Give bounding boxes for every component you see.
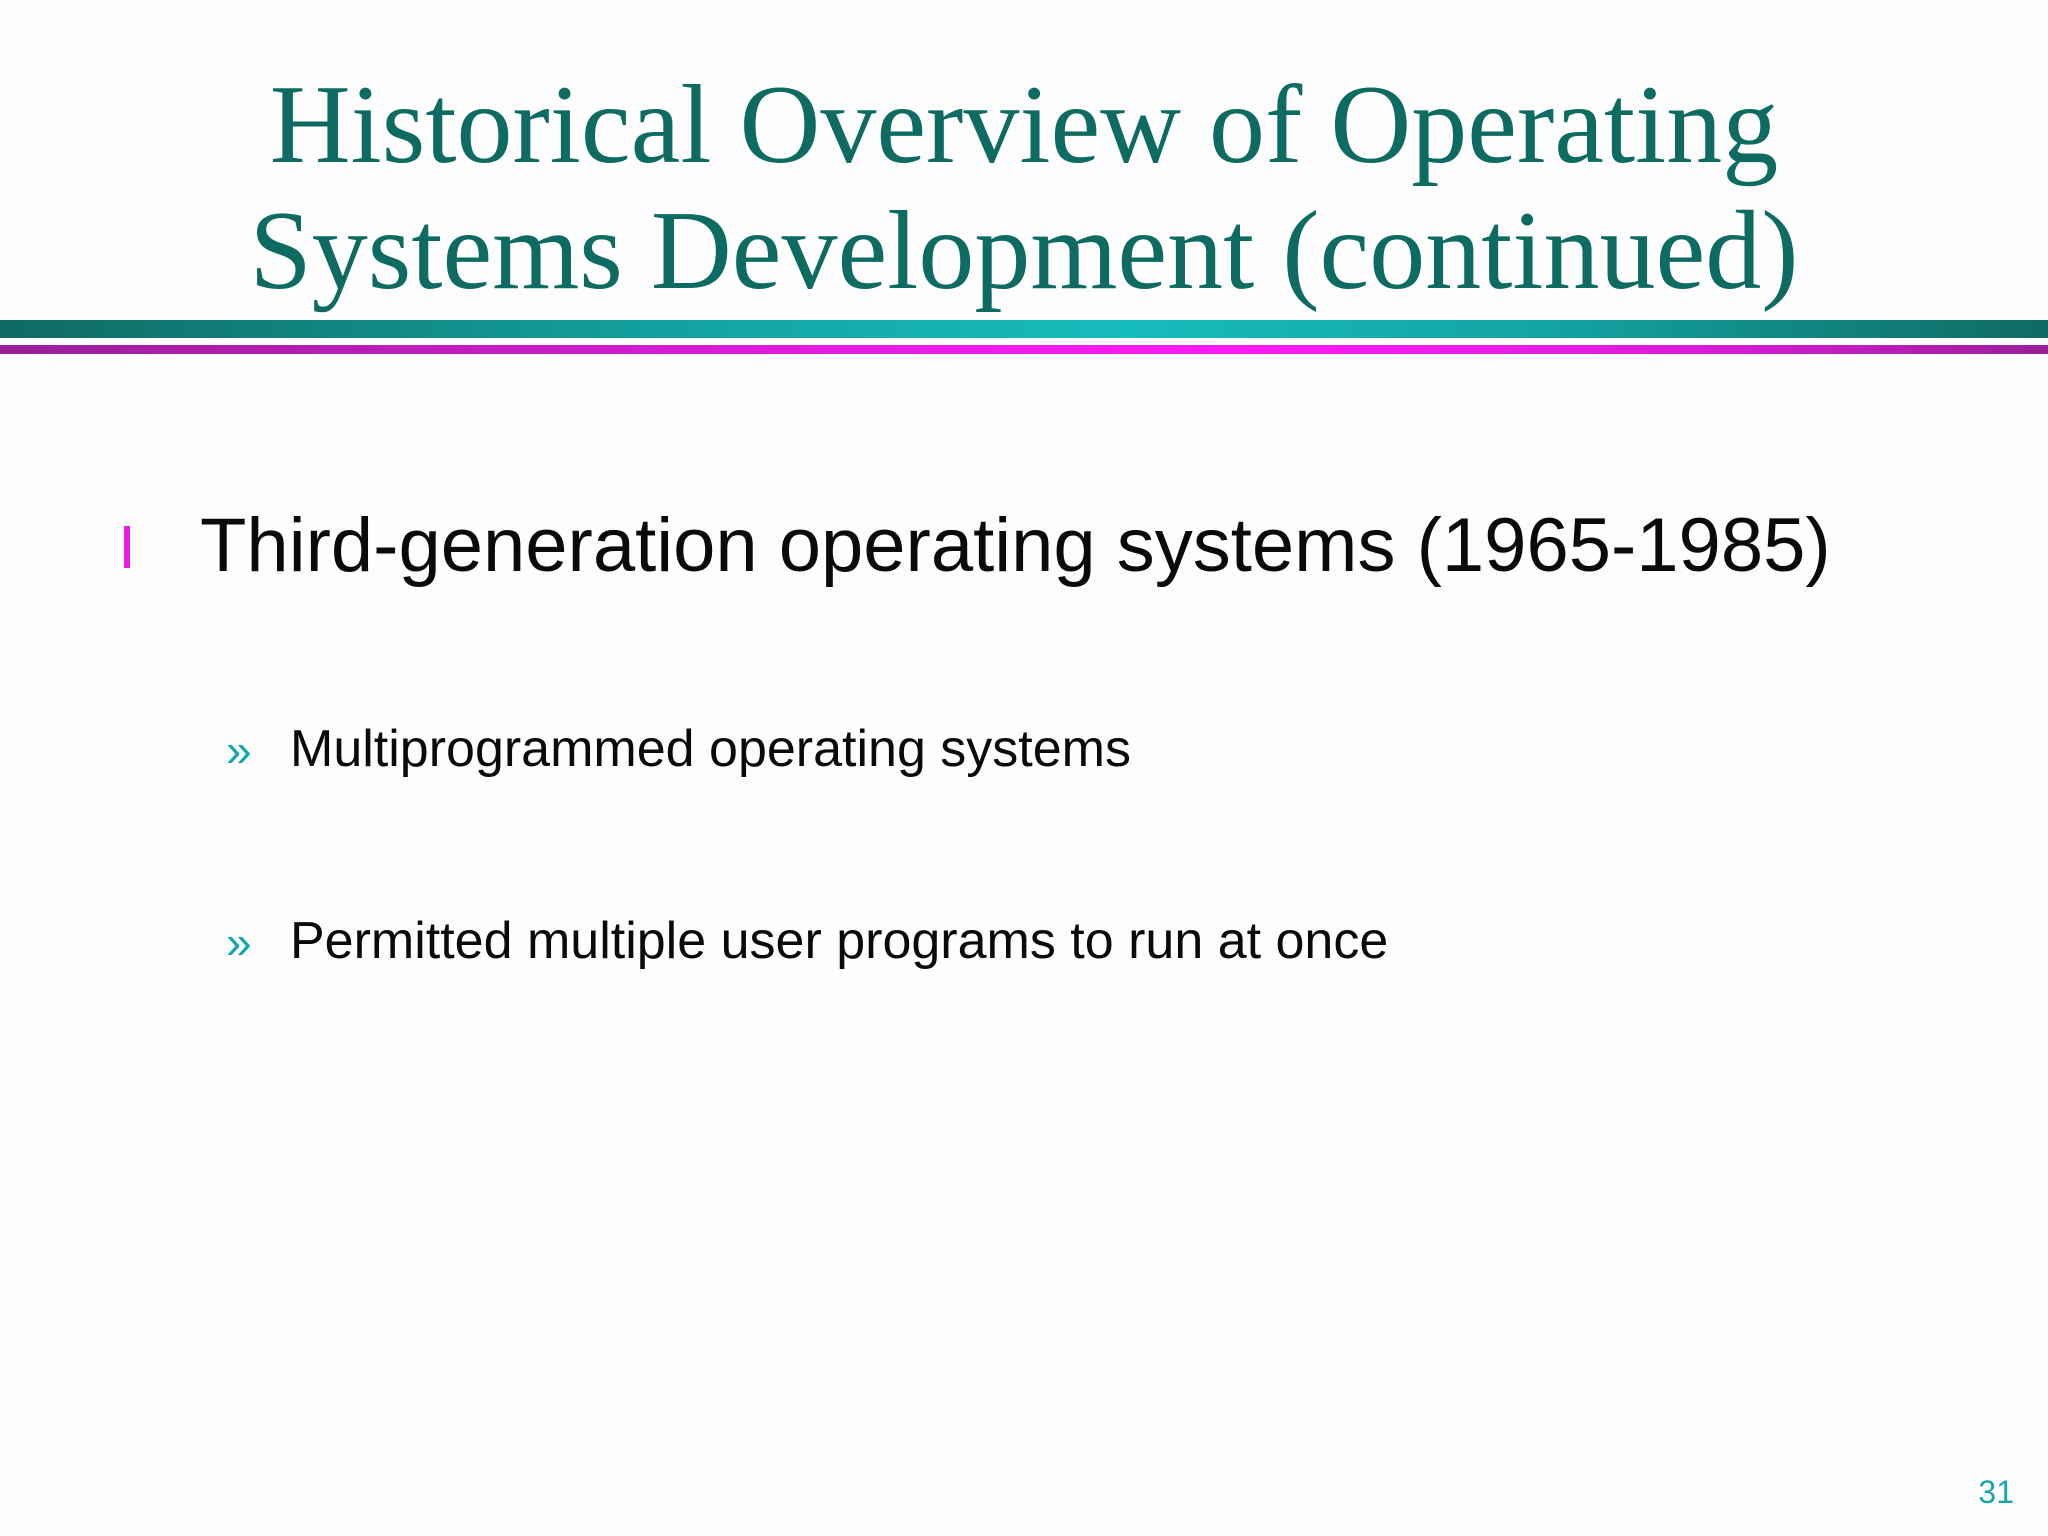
sub-bullet-text: Multiprogrammed operating systems xyxy=(290,720,1131,778)
slide: Historical Overview of Operating Systems… xyxy=(0,0,2048,1536)
sub-bullet: » Permitted multiple user programs to ru… xyxy=(0,908,2048,978)
page-number: 31 xyxy=(1978,1474,2014,1510)
slide-title: Historical Overview of Operating Systems… xyxy=(0,62,2048,314)
double-chevron-bullet-icon: » xyxy=(226,724,252,776)
main-bullet: Third-generation operating systems (1965… xyxy=(0,500,2048,600)
title-divider-magenta xyxy=(0,345,2048,354)
title-divider-teal xyxy=(0,320,2048,338)
sub-bullet-text: Permitted multiple user programs to run … xyxy=(290,912,1389,970)
double-chevron-bullet-icon: » xyxy=(226,916,252,968)
sub-bullet: » Multiprogrammed operating systems xyxy=(0,716,2048,786)
main-bullet-text: Third-generation operating systems (1965… xyxy=(200,503,1831,588)
vertical-bar-bullet-icon xyxy=(124,526,130,568)
slide-title-line-1: Historical Overview of Operating xyxy=(269,63,1779,187)
slide-title-line-2: Systems Development (continued) xyxy=(249,189,1799,313)
